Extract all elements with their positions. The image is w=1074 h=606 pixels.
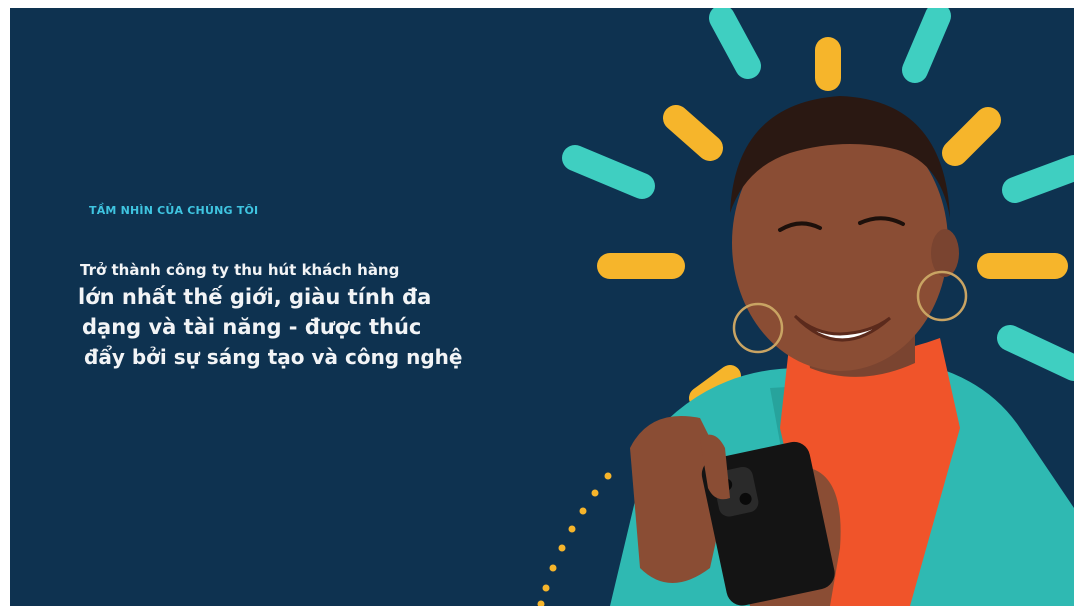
ray-teal <box>709 8 761 79</box>
vision-banner: TẦM NHÌN CỦA CHÚNG TÔI Trở thành công ty… <box>10 8 1074 606</box>
ray-teal <box>997 325 1074 381</box>
person-illustration <box>610 96 1074 606</box>
ray-teal <box>902 8 951 83</box>
ray-teal <box>562 145 655 199</box>
dotted-arc <box>537 472 612 606</box>
ray-yellow <box>663 105 723 161</box>
page: TẦM NHÌN CỦA CHÚNG TÔI Trở thành công ty… <box>0 0 1074 606</box>
ray-teal <box>1002 155 1074 203</box>
hero-illustration <box>537 8 1074 606</box>
ray-yellow <box>942 107 1001 166</box>
